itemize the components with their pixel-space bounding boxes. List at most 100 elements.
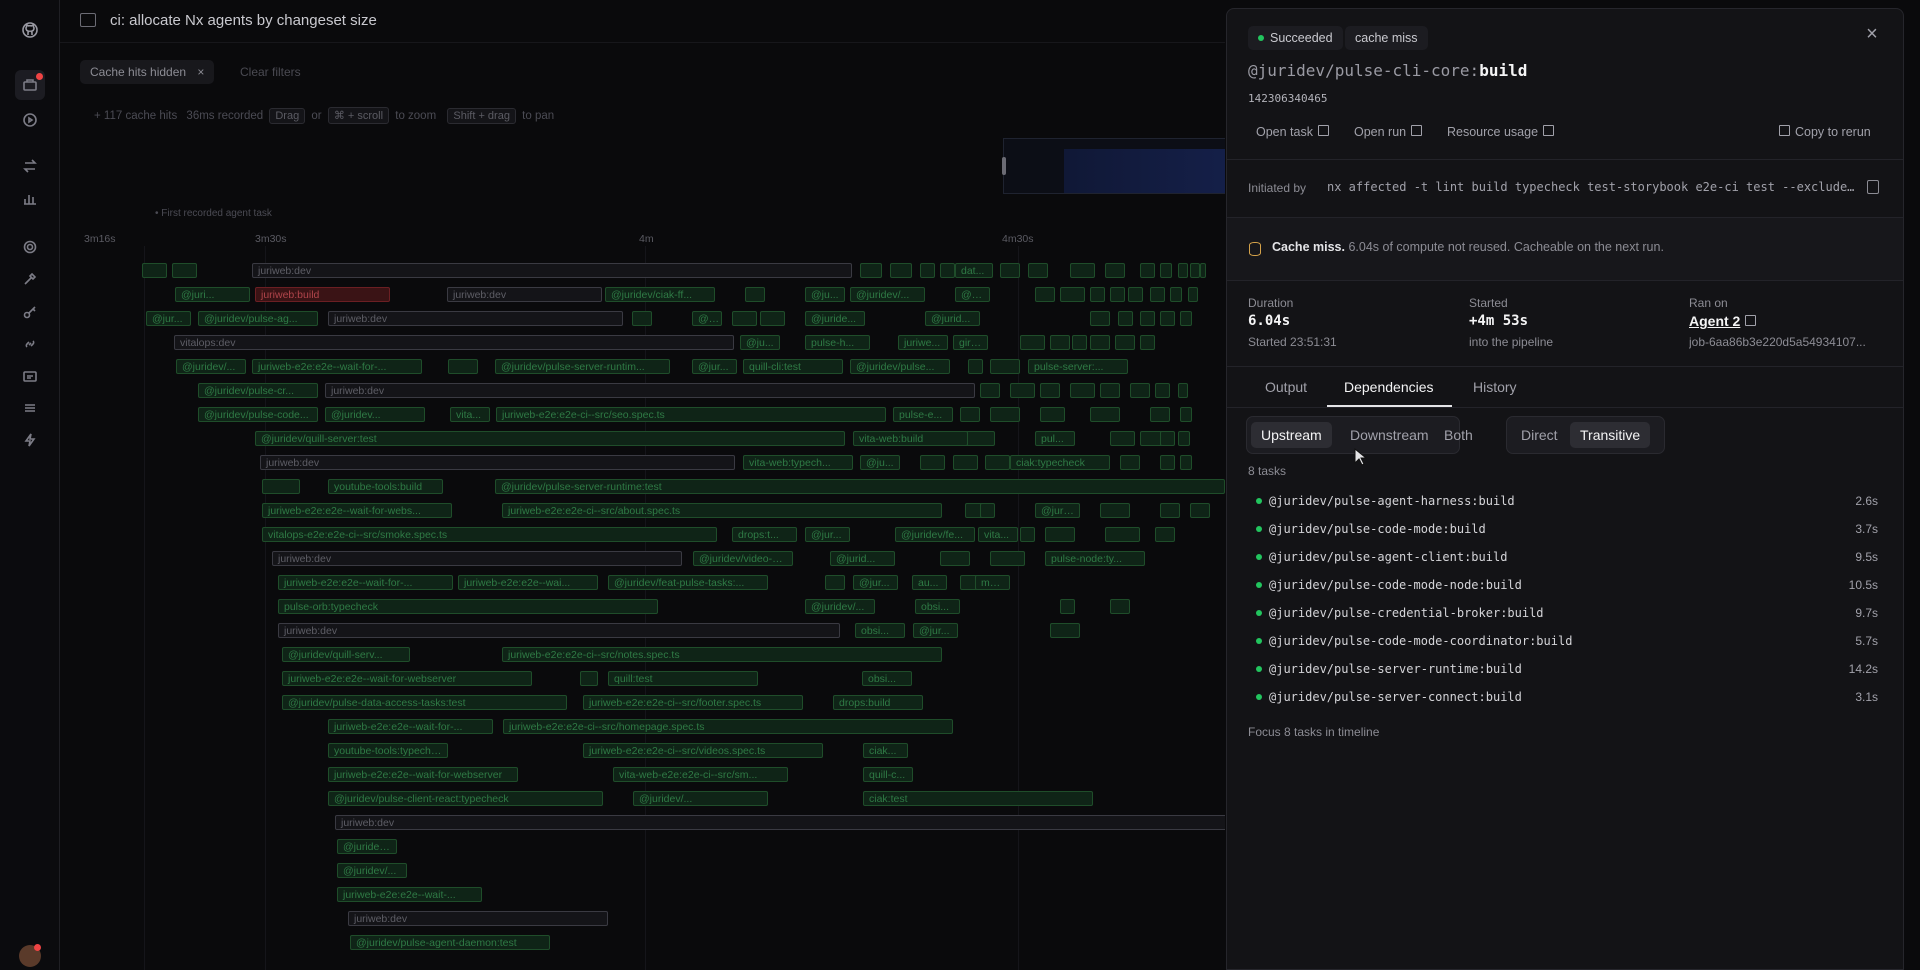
sidebar-toggle-icon[interactable] — [80, 13, 96, 27]
task-bar[interactable]: vita-web:typech... — [743, 455, 853, 470]
task-bar[interactable]: juriweb-e2e:e2e-ci--src/seo.spec.ts — [496, 407, 886, 422]
task-bar[interactable]: @jur... — [692, 359, 737, 374]
timeline-minimap[interactable] — [1002, 138, 1225, 194]
task-bar[interactable]: juriweb-e2e:e2e-ci--src/notes.spec.ts — [502, 647, 942, 662]
task-bar[interactable]: juriweb-e2e:e2e-ci--src/homepage.spec.ts — [503, 719, 953, 734]
task-bar[interactable]: juriweb-e2e:e2e--wait-for-... — [278, 575, 453, 590]
task-bar[interactable]: juriweb:dev — [325, 383, 975, 398]
task-bar[interactable]: juriweb-e2e:e2e-ci--src/footer.spec.ts — [583, 695, 803, 710]
github-icon[interactable] — [20, 20, 40, 40]
task-bar[interactable]: @juridev... — [337, 839, 397, 854]
task-bar[interactable] — [1050, 335, 1070, 350]
task-bar[interactable]: @juridev/pulse-data-access-tasks:test — [282, 695, 567, 710]
task-bar[interactable] — [1180, 311, 1192, 326]
task-bar[interactable] — [1160, 263, 1172, 278]
task-bar[interactable]: @jurid... — [830, 551, 895, 566]
dependency-row[interactable]: @juridev/pulse-server-connect:build 3.1s — [1248, 683, 1884, 711]
task-bar[interactable]: vita-web:build — [853, 431, 968, 446]
copy-icon[interactable] — [1867, 180, 1879, 194]
task-bar[interactable]: dat... — [955, 263, 993, 278]
task-bar[interactable] — [1035, 287, 1055, 302]
task-bar[interactable] — [1050, 623, 1080, 638]
task-bar[interactable]: @ju... — [860, 455, 900, 470]
task-bar[interactable]: @jur... — [146, 311, 191, 326]
downstream-button[interactable]: Downstream — [1340, 422, 1439, 448]
task-bar[interactable] — [1128, 287, 1143, 302]
task-bar[interactable] — [580, 671, 598, 686]
task-bar[interactable] — [262, 479, 300, 494]
task-bar[interactable]: @j... — [692, 311, 722, 326]
task-bar[interactable] — [940, 551, 970, 566]
task-bar[interactable] — [1105, 263, 1125, 278]
task-bar[interactable] — [1045, 527, 1075, 542]
task-bar[interactable] — [890, 263, 912, 278]
task-bar[interactable]: @juri... — [1035, 503, 1080, 518]
task-bar[interactable] — [1115, 335, 1135, 350]
task-bar[interactable] — [1040, 407, 1065, 422]
task-bar[interactable] — [1178, 431, 1190, 446]
task-bar[interactable] — [1140, 263, 1155, 278]
dependency-row[interactable]: @juridev/pulse-agent-harness:build 2.6s — [1248, 487, 1884, 515]
task-bar[interactable]: @juridev/pulse-ag... — [198, 311, 318, 326]
task-bar[interactable]: juriweb:dev — [335, 815, 1225, 830]
task-bar[interactable] — [1090, 407, 1120, 422]
task-bar[interactable] — [760, 311, 785, 326]
transitive-button[interactable]: Transitive — [1570, 422, 1651, 448]
task-bar[interactable] — [1000, 263, 1020, 278]
task-bar[interactable] — [1155, 383, 1170, 398]
task-bar[interactable]: @juridev/pulse-cr... — [198, 383, 318, 398]
open-task-link[interactable]: Open task — [1256, 125, 1329, 139]
task-bar[interactable]: juriweb:dev — [252, 263, 852, 278]
dependency-row[interactable]: @juridev/pulse-code-mode:build 3.7s — [1248, 515, 1884, 543]
task-bar[interactable] — [732, 311, 757, 326]
task-bar[interactable] — [1120, 455, 1140, 470]
task-bar[interactable]: pulse-e... — [893, 407, 953, 422]
task-bar[interactable]: juriweb:dev — [348, 911, 608, 926]
task-bar[interactable]: @jur... — [805, 527, 850, 542]
task-bar[interactable]: @jurid... — [925, 311, 980, 326]
dependency-row[interactable]: @juridev/pulse-server-runtime:build 14.2s — [1248, 655, 1884, 683]
task-bar[interactable]: @jur... — [853, 575, 898, 590]
task-bar[interactable] — [1180, 407, 1192, 422]
task-bar[interactable]: juriweb:dev — [260, 455, 735, 470]
task-bar[interactable] — [1178, 263, 1188, 278]
task-bar[interactable]: quill-c... — [863, 767, 913, 782]
clear-filters-button[interactable]: Clear filters — [240, 60, 301, 84]
task-bar[interactable] — [1178, 383, 1188, 398]
task-bar[interactable]: pulse-orb:typecheck — [278, 599, 658, 614]
task-bar[interactable]: gira... — [953, 335, 988, 350]
task-bar[interactable]: @ju... — [740, 335, 780, 350]
task-bar[interactable]: @juridev/... — [337, 863, 407, 878]
task-bar[interactable]: juriweb-e2e:e2e--wait-for-webserver — [328, 767, 518, 782]
close-icon[interactable]: × — [1861, 23, 1883, 45]
task-bar[interactable] — [1105, 527, 1140, 542]
tab-history[interactable]: History — [1473, 379, 1517, 395]
task-bar[interactable]: ciak:test — [863, 791, 1093, 806]
task-bar[interactable]: pulse-server:... — [1028, 359, 1128, 374]
task-bar[interactable] — [985, 455, 1010, 470]
task-bar[interactable] — [1170, 287, 1182, 302]
task-bar[interactable]: juriweb-e2e:e2e--wait-for-... — [252, 359, 422, 374]
id-card-icon[interactable] — [20, 366, 40, 386]
task-bar[interactable] — [1090, 311, 1110, 326]
task-bar[interactable]: juriweb-e2e:e2e--wai... — [458, 575, 598, 590]
avatar[interactable] — [19, 944, 41, 967]
task-bar[interactable]: @juridev/video-mani... — [693, 551, 793, 566]
task-bar[interactable]: obsi... — [915, 599, 960, 614]
task-bar[interactable]: juriweb-e2e:e2e-ci--src/videos.spec.ts — [583, 743, 823, 758]
task-bar[interactable] — [1020, 335, 1045, 350]
task-bar[interactable]: @juridev/pulse-server-runtim... — [495, 359, 670, 374]
task-bar[interactable]: vitalops-e2e:e2e-ci--src/smoke.spec.ts — [262, 527, 717, 542]
task-bar[interactable]: juriweb:dev — [328, 311, 623, 326]
task-bar[interactable]: quill-cli:test — [743, 359, 843, 374]
task-bar[interactable]: @juridev/pulse-client-react:typecheck — [328, 791, 603, 806]
task-bar[interactable]: youtube-tools:build — [328, 479, 443, 494]
lightning-icon[interactable] — [20, 430, 40, 450]
minimap-handle[interactable] — [1002, 157, 1006, 175]
task-bar[interactable] — [1200, 263, 1206, 278]
task-bar[interactable]: pulse-h... — [805, 335, 870, 350]
task-bar[interactable] — [1070, 383, 1095, 398]
task-bar[interactable] — [1090, 335, 1110, 350]
task-bar[interactable]: @juridev/ciak-ff... — [605, 287, 715, 302]
task-bar[interactable] — [1155, 527, 1175, 542]
